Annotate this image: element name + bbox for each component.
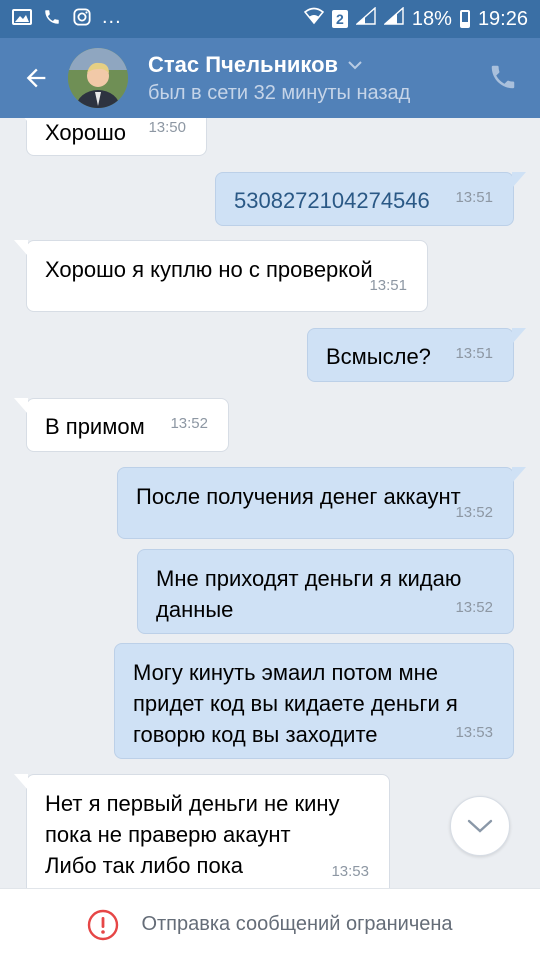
chevron-down-icon [348, 61, 362, 70]
contact-name-label: Стас Пчельников [148, 52, 339, 77]
image-icon [12, 7, 32, 27]
more-notifications: ... [102, 6, 122, 28]
message-incoming[interactable]: Хорошо 13:50 [26, 118, 207, 156]
message-incoming[interactable]: В примом 13:52 [26, 398, 229, 452]
message-time: 13:51 [369, 277, 407, 294]
back-button[interactable] [18, 60, 54, 96]
message-time: 13:52 [170, 415, 208, 432]
message-time: 13:51 [455, 189, 493, 206]
signal-icon [383, 6, 404, 31]
compose-disabled-bar: Отправка сообщений ограничена [0, 888, 540, 960]
warning-icon [88, 909, 119, 940]
instagram-icon [72, 7, 92, 27]
message-outgoing[interactable]: Мне приходят деньги я кидаю данные 13:52 [137, 549, 514, 634]
message-outgoing[interactable]: Всмысле? 13:51 [307, 328, 514, 382]
message-time: 13:53 [331, 863, 369, 880]
message-incoming[interactable]: Нет я первый деньги не кину пока не прав… [26, 774, 390, 888]
chat-header: Стас Пчельников был в сети 32 минуты наз… [0, 38, 540, 118]
last-seen: был в сети 32 минуты назад [148, 82, 411, 104]
message-outgoing[interactable]: После получения денег аккаунт 13:52 [117, 467, 514, 539]
message-time: 13:50 [148, 119, 186, 136]
clock: 19:26 [477, 7, 528, 30]
message-list[interactable]: Хорошо 13:50 5308272104274546 13:51 Хоро… [0, 118, 540, 888]
arrow-left-icon [26, 68, 46, 88]
phone-icon [491, 65, 515, 89]
status-bar-left: ... [12, 7, 122, 27]
sim-icon: 2 [331, 10, 348, 28]
scroll-to-bottom-button[interactable] [450, 796, 510, 856]
message-time: 13:52 [455, 504, 493, 521]
message-outgoing[interactable]: 5308272104274546 13:51 [215, 172, 514, 226]
call-button[interactable] [488, 62, 520, 94]
message-time: 13:53 [455, 724, 493, 741]
status-bar-right: 2 18% 19:26 [303, 6, 528, 31]
message-incoming[interactable]: Хорошо я куплю но с проверкой 13:51 [26, 240, 428, 312]
wifi-icon [303, 7, 325, 31]
message-time: 13:52 [455, 599, 493, 616]
contact-name[interactable]: Стас Пчельников [148, 52, 362, 78]
restriction-notice: Отправка сообщений ограничена [141, 913, 453, 935]
message-outgoing[interactable]: Могу кинуть эмаил потом мне придет код в… [114, 643, 514, 759]
battery-icon [459, 10, 470, 28]
status-bar: ... 2 18% 19:26 [0, 0, 540, 38]
message-time: 13:51 [455, 345, 493, 362]
phone-icon [42, 7, 62, 27]
battery-percent: 18% [411, 7, 452, 30]
chevron-down-icon [467, 819, 493, 833]
avatar[interactable] [68, 48, 128, 108]
signal-icon [355, 6, 376, 31]
